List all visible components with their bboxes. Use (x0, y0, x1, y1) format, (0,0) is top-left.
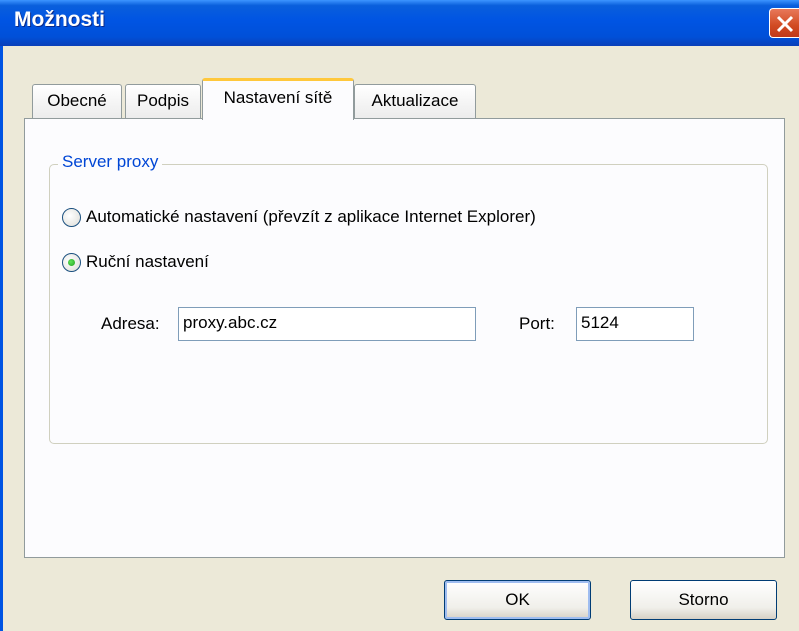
radio-auto-proxy[interactable]: Automatické nastavení (převzít z aplikac… (62, 207, 536, 227)
ok-button[interactable]: OK (444, 580, 591, 620)
window-left-border (0, 46, 3, 631)
address-label: Adresa: (101, 314, 160, 333)
port-input[interactable]: 5124 (576, 307, 694, 341)
proxy-groupbox (49, 164, 768, 444)
port-label: Port: (519, 314, 555, 333)
tab-nastaveni-site[interactable]: Nastavení sítě (202, 78, 354, 120)
radio-manual-label: Ruční nastavení (86, 252, 209, 271)
tab-obecne[interactable]: Obecné (32, 84, 122, 118)
radio-selected-dot (68, 258, 75, 266)
radio-auto-label: Automatické nastavení (převzít z aplikac… (86, 207, 536, 226)
close-icon (776, 15, 794, 33)
window-title: Možnosti (14, 8, 105, 31)
radio-auto-circle[interactable] (62, 207, 81, 227)
tab-podpis[interactable]: Podpis (125, 84, 201, 118)
radio-manual-circle[interactable] (62, 252, 81, 272)
tab-aktualizace[interactable]: Aktualizace (354, 84, 476, 118)
close-button[interactable] (769, 8, 799, 38)
proxy-group-title: Server proxy (58, 152, 163, 172)
cancel-button[interactable]: Storno (630, 580, 777, 620)
address-input[interactable]: proxy.abc.cz (178, 307, 476, 341)
title-bar[interactable]: Možnosti (0, 0, 799, 46)
radio-manual-proxy[interactable]: Ruční nastavení (62, 252, 209, 272)
